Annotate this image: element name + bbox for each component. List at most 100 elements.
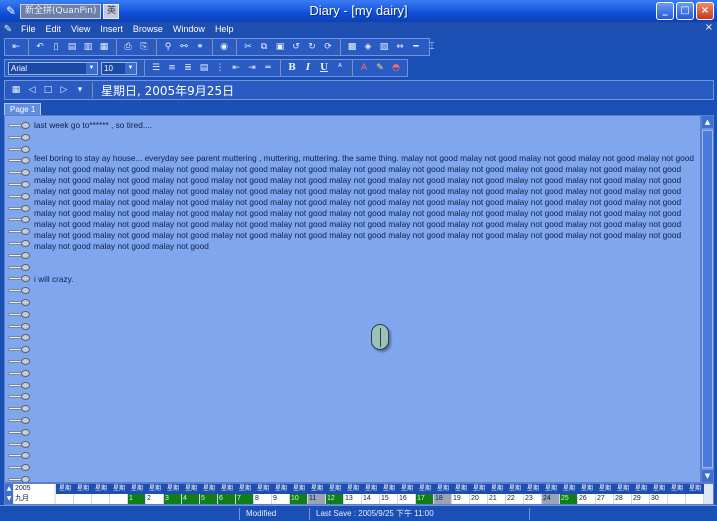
save-icon[interactable]: ▥ xyxy=(81,41,95,54)
calendar-day[interactable]: 22 xyxy=(506,494,524,504)
calendar-day[interactable]: 29 xyxy=(632,494,650,504)
calendar-day[interactable]: 15 xyxy=(380,494,398,504)
undo-icon[interactable]: ↶ xyxy=(33,41,47,54)
ime-logo-icon[interactable]: ✎ xyxy=(2,3,20,19)
minimize-button[interactable]: _ xyxy=(656,2,674,20)
menu-insert[interactable]: Insert xyxy=(95,24,128,34)
menu-window[interactable]: Window xyxy=(168,24,210,34)
calendar-day[interactable]: 26 xyxy=(578,494,596,504)
save-as-icon[interactable]: ▦ xyxy=(97,41,111,54)
underline-icon[interactable]: U xyxy=(317,62,331,75)
ime-mode-button[interactable]: 英 xyxy=(103,3,120,19)
year-spin-icon[interactable]: ▲ xyxy=(5,484,13,494)
align-center-icon[interactable]: ≡ xyxy=(165,62,179,75)
today-icon[interactable]: □ xyxy=(41,84,55,97)
replace-icon[interactable]: ⚭ xyxy=(193,41,207,54)
calendar-day[interactable]: 28 xyxy=(614,494,632,504)
refresh-icon[interactable]: ⟳ xyxy=(321,41,335,54)
document-close-button[interactable]: × xyxy=(705,22,713,33)
italic-icon[interactable]: I xyxy=(301,62,315,75)
superscript-icon[interactable]: ᴬ xyxy=(333,62,347,75)
calendar-day[interactable]: 21 xyxy=(488,494,506,504)
calendar-day[interactable]: 25 xyxy=(560,494,578,504)
font-select[interactable]: Arial ▼ xyxy=(8,61,98,75)
ime-name[interactable]: 新全拼(QuanPin) xyxy=(20,3,102,19)
calendar-day[interactable]: 5 xyxy=(200,494,218,504)
redo-icon[interactable]: ↻ xyxy=(305,41,319,54)
link-icon[interactable]: ⇔ xyxy=(393,41,407,54)
calendar-day[interactable]: 14 xyxy=(362,494,380,504)
close-button[interactable]: × xyxy=(696,2,714,20)
calendar-day[interactable]: 16 xyxy=(398,494,416,504)
insert-object-icon[interactable]: ◈ xyxy=(361,41,375,54)
align-left-icon[interactable]: ☰ xyxy=(149,62,163,75)
font-color-icon[interactable]: A xyxy=(357,62,371,75)
fill-color-icon[interactable]: ◓ xyxy=(389,62,403,75)
menu-browse[interactable]: Browse xyxy=(128,24,168,34)
maximize-button[interactable]: □ xyxy=(676,2,694,20)
font-size-select[interactable]: 10 ▼ xyxy=(101,61,137,75)
print-preview-icon[interactable]: ⎙ xyxy=(121,41,135,54)
previous-day-icon[interactable]: ◁ xyxy=(25,84,39,97)
calendar-day[interactable]: 19 xyxy=(452,494,470,504)
calendar-icon[interactable]: ▦ xyxy=(9,84,23,97)
print-icon[interactable]: ⎘ xyxy=(137,41,151,54)
entry-text[interactable]: last week go to****** , so tired.... fee… xyxy=(34,120,696,285)
find-next-icon[interactable]: ⚯ xyxy=(177,41,191,54)
month-spin-icon[interactable]: ▼ xyxy=(5,494,13,504)
calendar-day[interactable]: 23 xyxy=(524,494,542,504)
scroll-down-icon[interactable]: ▼ xyxy=(702,470,713,482)
calendar-day[interactable]: 27 xyxy=(596,494,614,504)
calendar-day[interactable]: 3 xyxy=(164,494,182,504)
calendar-day[interactable]: 13 xyxy=(344,494,362,504)
insert-image-icon[interactable]: ▩ xyxy=(345,41,359,54)
bold-icon[interactable]: B xyxy=(285,62,299,75)
month-value[interactable]: 九月 xyxy=(14,494,54,504)
date-dropdown-icon[interactable]: ▾ xyxy=(73,84,87,97)
info-icon[interactable]: ◉ xyxy=(217,41,231,54)
horizontal-line-icon[interactable]: ━ xyxy=(409,41,423,54)
calendar-day[interactable]: 30 xyxy=(650,494,668,504)
open-icon[interactable]: ▤ xyxy=(65,41,79,54)
year-value[interactable]: 2005 xyxy=(14,484,54,494)
scroll-thumb[interactable] xyxy=(702,130,713,468)
chevron-down-icon[interactable]: ▼ xyxy=(86,62,97,74)
justify-icon[interactable]: ▤ xyxy=(197,62,211,75)
calendar-day[interactable]: 24 xyxy=(542,494,560,504)
calendar-day[interactable]: 2 xyxy=(146,494,164,504)
menu-view[interactable]: View xyxy=(66,24,95,34)
calendar-day[interactable]: 12 xyxy=(326,494,344,504)
outdent-icon[interactable]: ⇤ xyxy=(229,62,243,75)
calendar-day[interactable]: 8 xyxy=(254,494,272,504)
undo-edit-icon[interactable]: ↺ xyxy=(289,41,303,54)
rule-icon[interactable]: ═ xyxy=(261,62,275,75)
highlight-icon[interactable]: ✎ xyxy=(373,62,387,75)
calendar-day[interactable]: 7 xyxy=(236,494,254,504)
menu-help[interactable]: Help xyxy=(210,24,239,34)
bullet-list-icon[interactable]: ⋮ xyxy=(213,62,227,75)
back-icon[interactable]: ⇤ xyxy=(9,41,23,54)
calendar-day[interactable]: 4 xyxy=(182,494,200,504)
next-day-icon[interactable]: ▷ xyxy=(57,84,71,97)
scroll-up-icon[interactable]: ▲ xyxy=(702,116,713,128)
calendar-day[interactable]: 20 xyxy=(470,494,488,504)
calendar-day[interactable]: 6 xyxy=(218,494,236,504)
calendar-day[interactable]: 17 xyxy=(416,494,434,504)
diary-page[interactable]: last week go to****** , so tired.... fee… xyxy=(4,115,701,483)
menu-edit[interactable]: Edit xyxy=(41,24,67,34)
calendar-day[interactable]: 18 xyxy=(434,494,452,504)
calendar-day[interactable]: 11 xyxy=(308,494,326,504)
calendar-day[interactable]: 1 xyxy=(128,494,146,504)
page-break-icon[interactable]: ⌶ xyxy=(425,41,439,54)
align-right-icon[interactable]: ≣ xyxy=(181,62,195,75)
indent-icon[interactable]: ⇥ xyxy=(245,62,259,75)
app-menu-icon[interactable]: ✎ xyxy=(0,24,16,35)
new-page-icon[interactable]: ▯ xyxy=(49,41,63,54)
tab-page-1[interactable]: Page 1 xyxy=(4,103,42,115)
calendar-day[interactable]: 9 xyxy=(272,494,290,504)
insert-table-icon[interactable]: ▧ xyxy=(377,41,391,54)
menu-file[interactable]: File xyxy=(16,24,41,34)
find-icon[interactable]: ⚲ xyxy=(161,41,175,54)
chevron-down-icon[interactable]: ▼ xyxy=(125,62,136,74)
cut-icon[interactable]: ✂ xyxy=(241,41,255,54)
